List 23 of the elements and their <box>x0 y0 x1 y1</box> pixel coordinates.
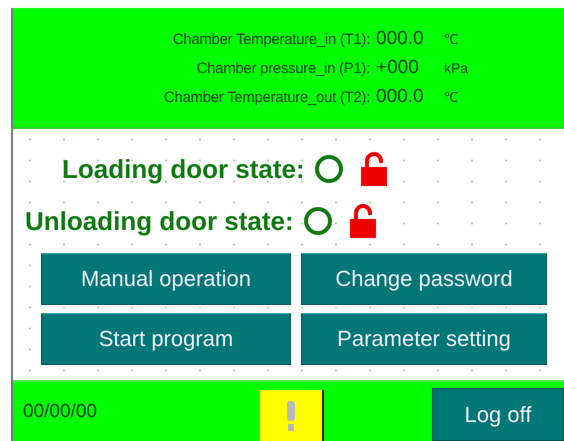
reading-label: Chamber Temperature_out (T2): <box>164 88 370 106</box>
alarm-indicator[interactable] <box>260 390 324 441</box>
menu-button[interactable]: Manual operation <box>41 253 291 305</box>
indicator-ring-icon <box>314 155 343 183</box>
reading-value: +000 <box>376 56 420 78</box>
open-padlock-icon <box>360 152 387 186</box>
open-padlock-icon <box>350 204 376 238</box>
door-state-label: Loading door state: <box>62 154 305 184</box>
unit-label: ℃ <box>444 88 459 106</box>
menu-button[interactable]: Change password <box>301 253 547 305</box>
exclamation-icon <box>286 400 296 430</box>
menu-button[interactable]: Parameter setting <box>301 313 547 365</box>
unit-label: kPa <box>444 60 470 76</box>
date-text: 00/00/00 <box>22 400 98 422</box>
log-off-button[interactable]: Log off <box>432 388 564 441</box>
unit-label: ℃ <box>444 30 459 48</box>
menu-button[interactable]: Start program <box>41 313 291 365</box>
door-state-label: Unloading door state: <box>25 206 294 236</box>
indicator-ring-icon <box>304 207 332 235</box>
reading-value: 000.0 <box>376 28 425 50</box>
reading-label: Chamber Temperature_in (T1): <box>172 30 370 48</box>
reading-label: Chamber pressure_in (P1): <box>196 60 370 76</box>
reading-value: 000.0 <box>376 86 425 108</box>
